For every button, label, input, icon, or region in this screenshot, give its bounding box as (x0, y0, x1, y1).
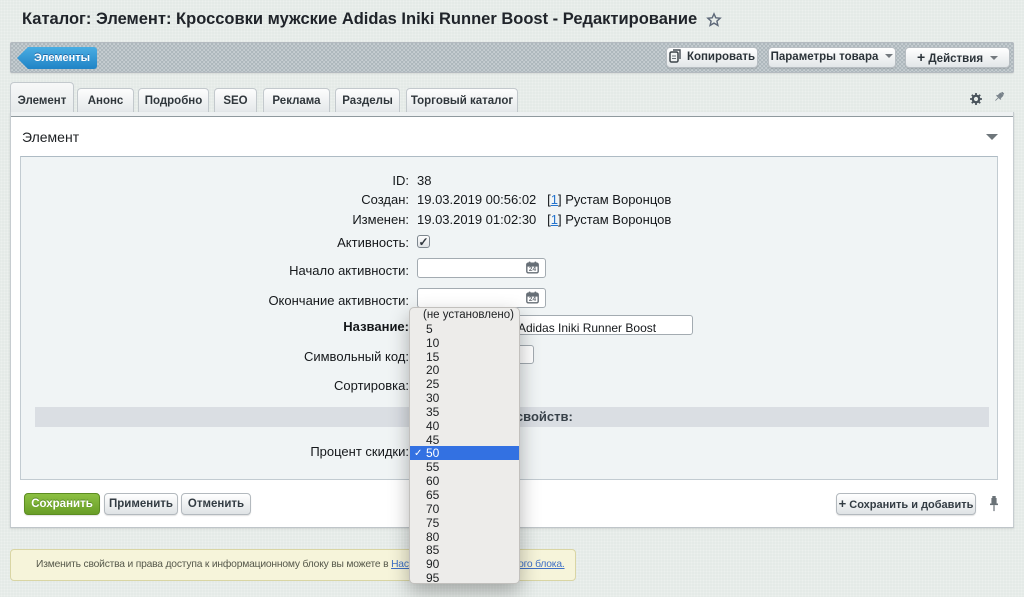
svg-text:24: 24 (529, 266, 537, 273)
svg-text:24: 24 (529, 296, 537, 303)
